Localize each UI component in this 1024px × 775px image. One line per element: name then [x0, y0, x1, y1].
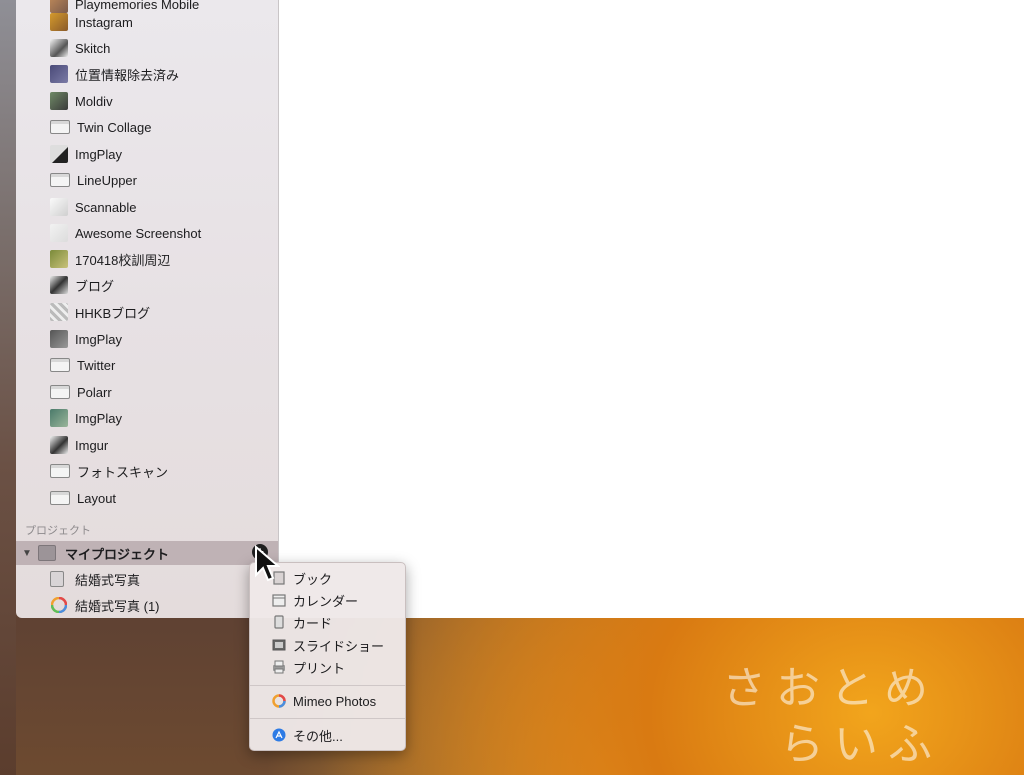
photo-thumbnail-icon [50, 145, 68, 163]
sidebar-item-label: Awesome Screenshot [75, 225, 202, 241]
sidebar-item-twin-collage[interactable]: Twin Collage [16, 114, 278, 140]
sidebar-item-label: ImgPlay [75, 146, 122, 162]
sidebar-item-label: フォトスキャン [77, 464, 169, 480]
photo-thumbnail-icon [50, 92, 68, 110]
sidebar-item-wedding-photos-1[interactable]: 結婚式写真 (1) [16, 592, 278, 618]
menu-item-label: カレンダー [293, 593, 359, 609]
sidebar-item-skitch[interactable]: Skitch [16, 35, 278, 61]
sidebar-item-label: Moldiv [75, 93, 113, 109]
sidebar-item-layout[interactable]: Layout [16, 485, 278, 511]
sidebar-item-label: Skitch [75, 40, 111, 56]
menu-item-label: その他... [293, 728, 343, 744]
sidebar-item-label: Imgur [75, 437, 109, 453]
sidebar-item-label: Twin Collage [77, 119, 152, 135]
sidebar-item-imgplay[interactable]: ImgPlay [16, 141, 278, 167]
print-icon [272, 660, 286, 674]
menu-item-more[interactable]: その他... [250, 724, 405, 746]
desktop-edge [0, 0, 16, 775]
sidebar-item-scannable[interactable]: Scannable [16, 194, 278, 220]
sidebar-item-lineupper[interactable]: LineUpper [16, 167, 278, 193]
album-icon [50, 173, 70, 187]
watermark-line-2: らいふ [780, 719, 942, 770]
photo-thumbnail-icon [50, 436, 68, 454]
photo-thumbnail-icon [50, 250, 68, 268]
menu-item-print[interactable]: プリント [250, 656, 405, 678]
book-icon [50, 571, 64, 587]
menu-item-mimeo-photos[interactable]: Mimeo Photos [250, 690, 405, 712]
sidebar-item-location-removed[interactable]: 位置情報除去済み [16, 61, 278, 87]
photo-thumbnail-icon [50, 198, 68, 216]
menu-item-label: カード [293, 615, 333, 631]
calendar-icon [272, 593, 286, 607]
sidebar-item-label: HHKBブログ [75, 305, 151, 321]
photo-thumbnail-icon [50, 276, 68, 294]
photo-thumbnail-icon [50, 303, 68, 321]
app-store-icon [272, 728, 286, 742]
sidebar-item-hhkb-blog[interactable]: HHKBブログ [16, 299, 278, 325]
folder-icon [38, 545, 56, 561]
sidebar-item-label: 位置情報除去済み [75, 67, 180, 83]
sidebar-item-polarr[interactable]: Polarr [16, 379, 278, 405]
sidebar-item-photoscan[interactable]: フォトスキャン [16, 458, 278, 484]
album-icon [50, 385, 70, 399]
sidebar-item-label: LineUpper [77, 172, 137, 188]
sidebar-item-wedding-photos[interactable]: 結婚式写真 [16, 566, 278, 592]
album-icon [50, 491, 70, 505]
menu-separator [250, 718, 405, 719]
menu-item-label: スライドショー [293, 638, 385, 654]
album-icon [50, 120, 70, 134]
photo-thumbnail-icon [50, 13, 68, 31]
sidebar-item-label: 170418校訓周辺 [75, 252, 171, 268]
sidebar-item-label: Instagram [75, 14, 133, 30]
menu-item-label: プリント [293, 660, 346, 676]
sidebar-item-label: Twitter [77, 357, 116, 373]
project-folder-label: マイプロジェクト [65, 546, 170, 562]
mouse-pointer-icon [255, 545, 280, 582]
sidebar-item-imgur[interactable]: Imgur [16, 432, 278, 458]
projects-section-header: プロジェクト [25, 525, 91, 537]
sidebar-item-awesome-screenshot[interactable]: Awesome Screenshot [16, 220, 278, 246]
photos-app-icon [50, 596, 68, 614]
create-project-menu: ブック カレンダー カード スライドショー プリント Mimeo Photos … [249, 562, 406, 751]
photo-thumbnail-icon [50, 39, 68, 57]
card-icon [272, 615, 286, 629]
sidebar-item-moldiv[interactable]: Moldiv [16, 88, 278, 114]
photo-thumbnail-icon [50, 65, 68, 83]
photo-thumbnail-icon [50, 224, 68, 242]
menu-item-slideshow[interactable]: スライドショー [250, 634, 405, 656]
disclosure-triangle-icon[interactable]: ▼ [22, 548, 34, 559]
sidebar-item-label: ブログ [75, 278, 115, 294]
sidebar-item-label: 結婚式写真 [75, 572, 141, 588]
sidebar-item-blog[interactable]: ブログ [16, 272, 278, 298]
sidebar-item-170418[interactable]: 170418校訓周辺 [16, 246, 278, 272]
watermark-line-1: さおとめ [722, 663, 938, 714]
sidebar-item-imgplay-2[interactable]: ImgPlay [16, 326, 278, 352]
sidebar-item-twitter[interactable]: Twitter [16, 352, 278, 378]
photo-thumbnail-icon [50, 409, 68, 427]
sidebar-item-label: 結婚式写真 (1) [75, 598, 160, 614]
menu-item-calendar[interactable]: カレンダー [250, 589, 405, 611]
sidebar-item-imgplay-3[interactable]: ImgPlay [16, 405, 278, 431]
photo-thumbnail-icon [50, 330, 68, 348]
sidebar-item-label: Layout [77, 490, 117, 506]
sidebar-item-label: ImgPlay [75, 410, 122, 426]
menu-item-label: ブック [293, 571, 333, 587]
mimeo-icon [272, 694, 286, 708]
sidebar: Playmemories Mobile Instagram Skitch 位置情… [16, 0, 279, 618]
sidebar-item-label: Polarr [77, 384, 112, 400]
album-icon [50, 464, 70, 478]
menu-separator [250, 685, 405, 686]
sidebar-item-my-projects[interactable]: ▼ マイプロジェクト [16, 541, 278, 565]
sidebar-item-instagram[interactable]: Instagram [16, 9, 278, 35]
sidebar-item-label: ImgPlay [75, 331, 122, 347]
photo-content-area [278, 0, 1024, 618]
slideshow-icon [272, 638, 286, 652]
album-icon [50, 358, 70, 372]
sidebar-item-label: Scannable [75, 199, 137, 215]
menu-item-label: Mimeo Photos [293, 693, 377, 709]
menu-item-card[interactable]: カード [250, 611, 405, 633]
